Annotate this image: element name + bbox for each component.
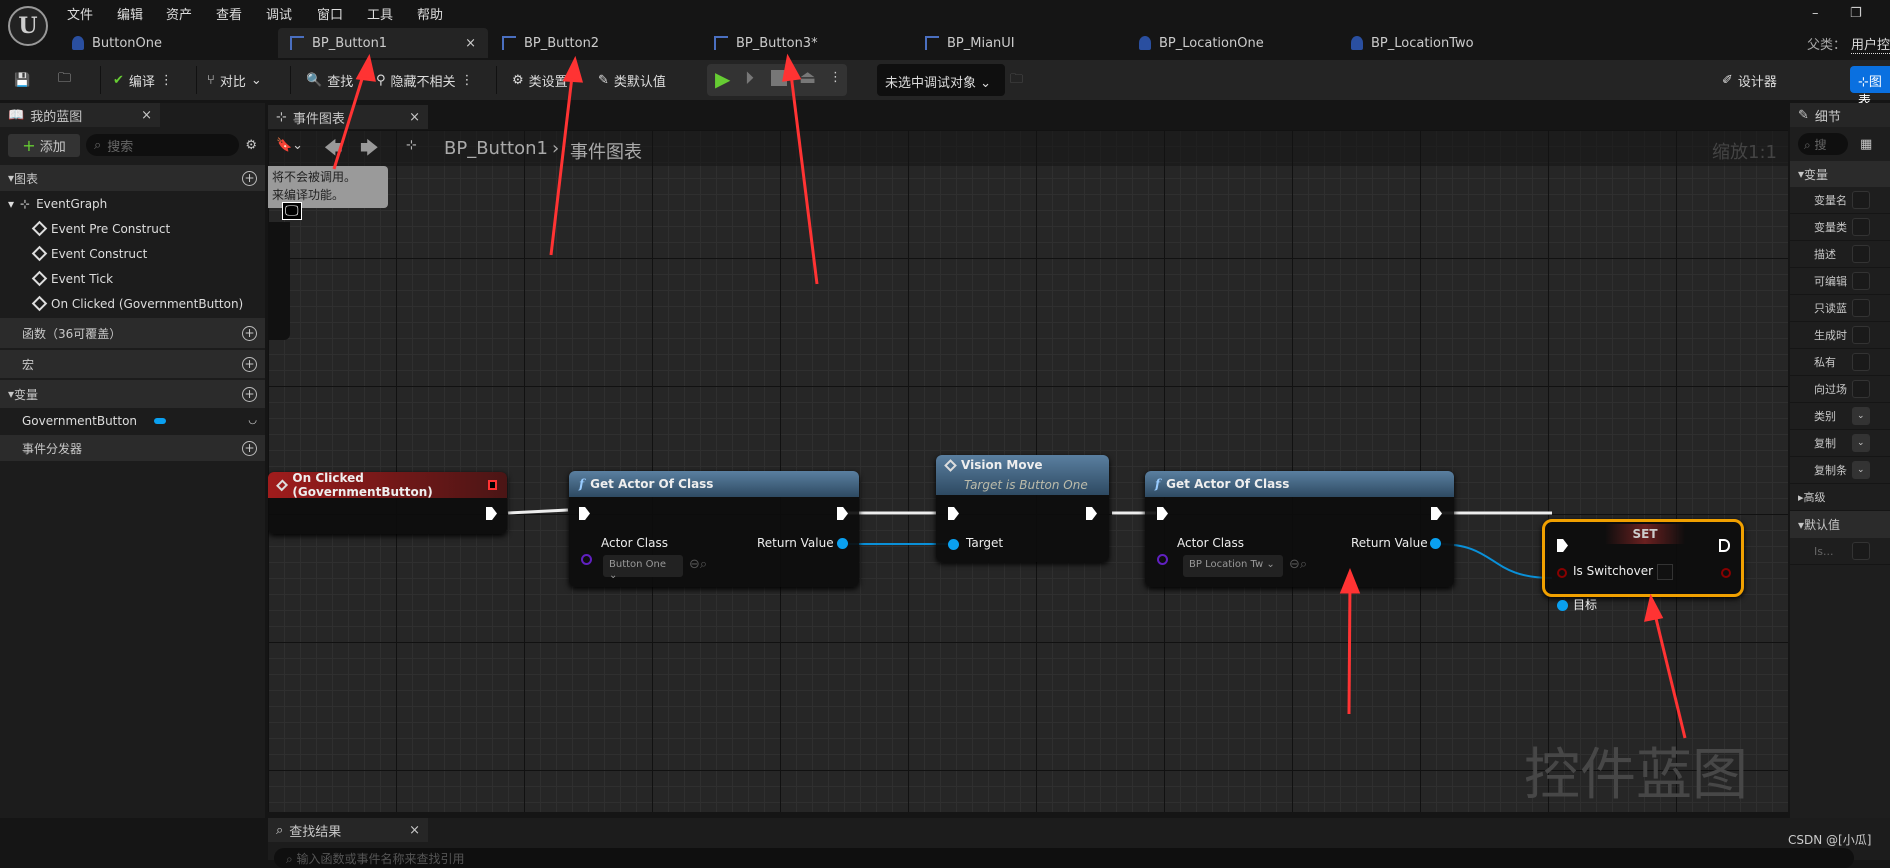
red-arrow [1651,605,1687,739]
arrow-head [562,55,584,83]
arrow-head [355,53,376,82]
red-arrow [1347,579,1352,715]
arrow-head [1644,593,1664,622]
red-arrow [788,65,819,285]
annotation-arrows [332,53,1687,739]
red-arrow [549,67,575,256]
red-arrow [332,65,368,170]
arrow-head [782,53,802,82]
arrow-head [1339,567,1361,594]
